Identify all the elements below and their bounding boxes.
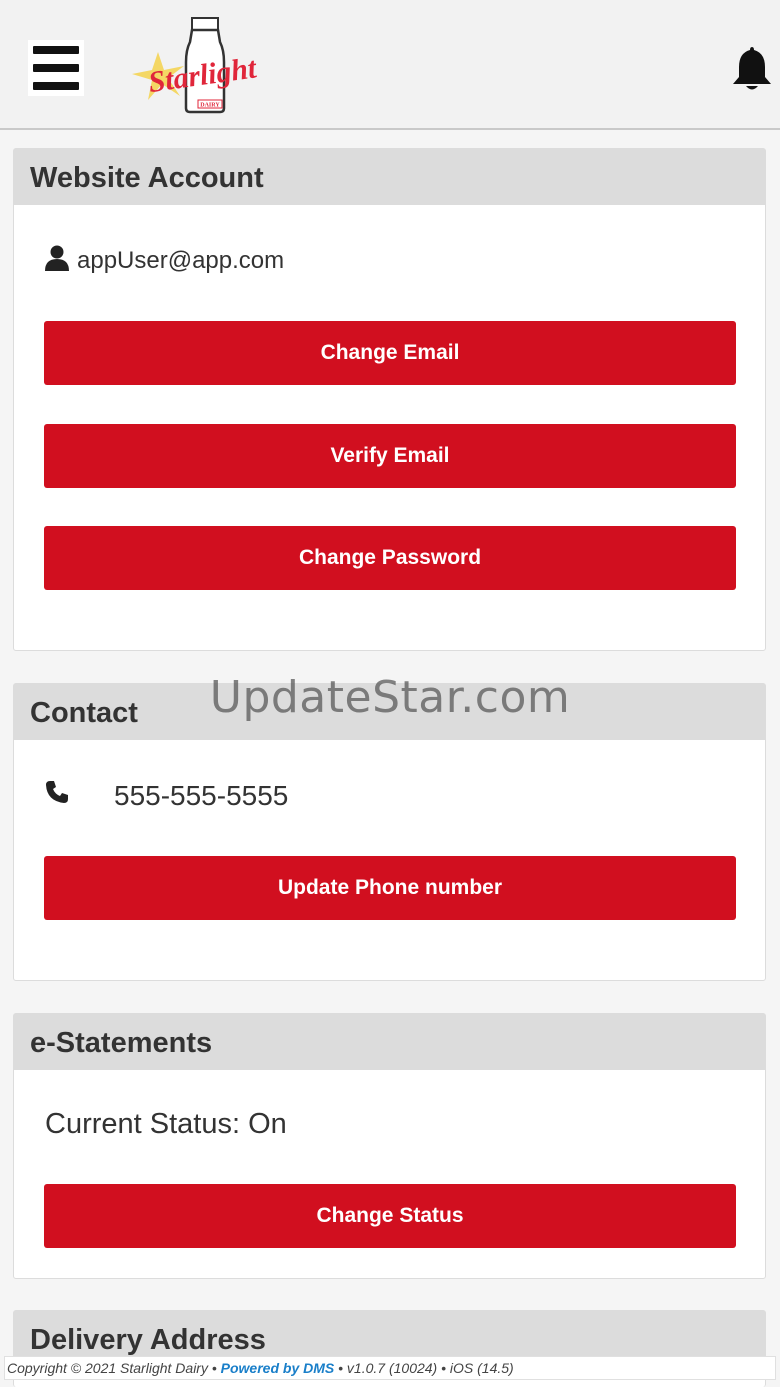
verify-email-button[interactable]: Verify Email	[44, 424, 736, 488]
contact-card: Contact 555-555-5555 Update Phone number	[13, 683, 766, 981]
estatements-card: e-Statements Current Status: On Change S…	[13, 1013, 766, 1279]
change-status-button[interactable]: Change Status	[44, 1184, 736, 1248]
contact-phone: 555-555-5555	[114, 780, 289, 811]
hamburger-menu-icon[interactable]	[28, 40, 84, 96]
account-email: appUser@app.com	[77, 247, 285, 274]
powered-by-link[interactable]: Powered by DMS	[221, 1360, 335, 1376]
app-header: DAIRY Starlight	[0, 0, 780, 130]
estatements-status: Current Status: On	[45, 1108, 287, 1140]
website-account-title: Website Account	[14, 149, 765, 205]
logo-subtext: DAIRY	[200, 103, 220, 109]
website-account-card: Website Account appUser@app.com Change E…	[13, 148, 766, 651]
phone-icon	[46, 781, 68, 803]
update-phone-button[interactable]: Update Phone number	[44, 856, 736, 920]
starlight-dairy-logo: DAIRY Starlight	[132, 17, 260, 114]
change-email-button[interactable]: Change Email	[44, 321, 736, 385]
change-password-button[interactable]: Change Password	[44, 526, 736, 590]
contact-title: Contact	[14, 684, 765, 740]
footer-version: • v1.0.7 (10024) • iOS (14.5)	[338, 1360, 514, 1376]
user-icon	[45, 245, 69, 271]
notification-bell-icon[interactable]	[731, 43, 773, 93]
estatements-title: e-Statements	[14, 1014, 765, 1070]
footer-copyright: Copyright © 2021 Starlight Dairy •	[7, 1360, 217, 1376]
footer: Copyright © 2021 Starlight Dairy • Power…	[4, 1356, 776, 1380]
